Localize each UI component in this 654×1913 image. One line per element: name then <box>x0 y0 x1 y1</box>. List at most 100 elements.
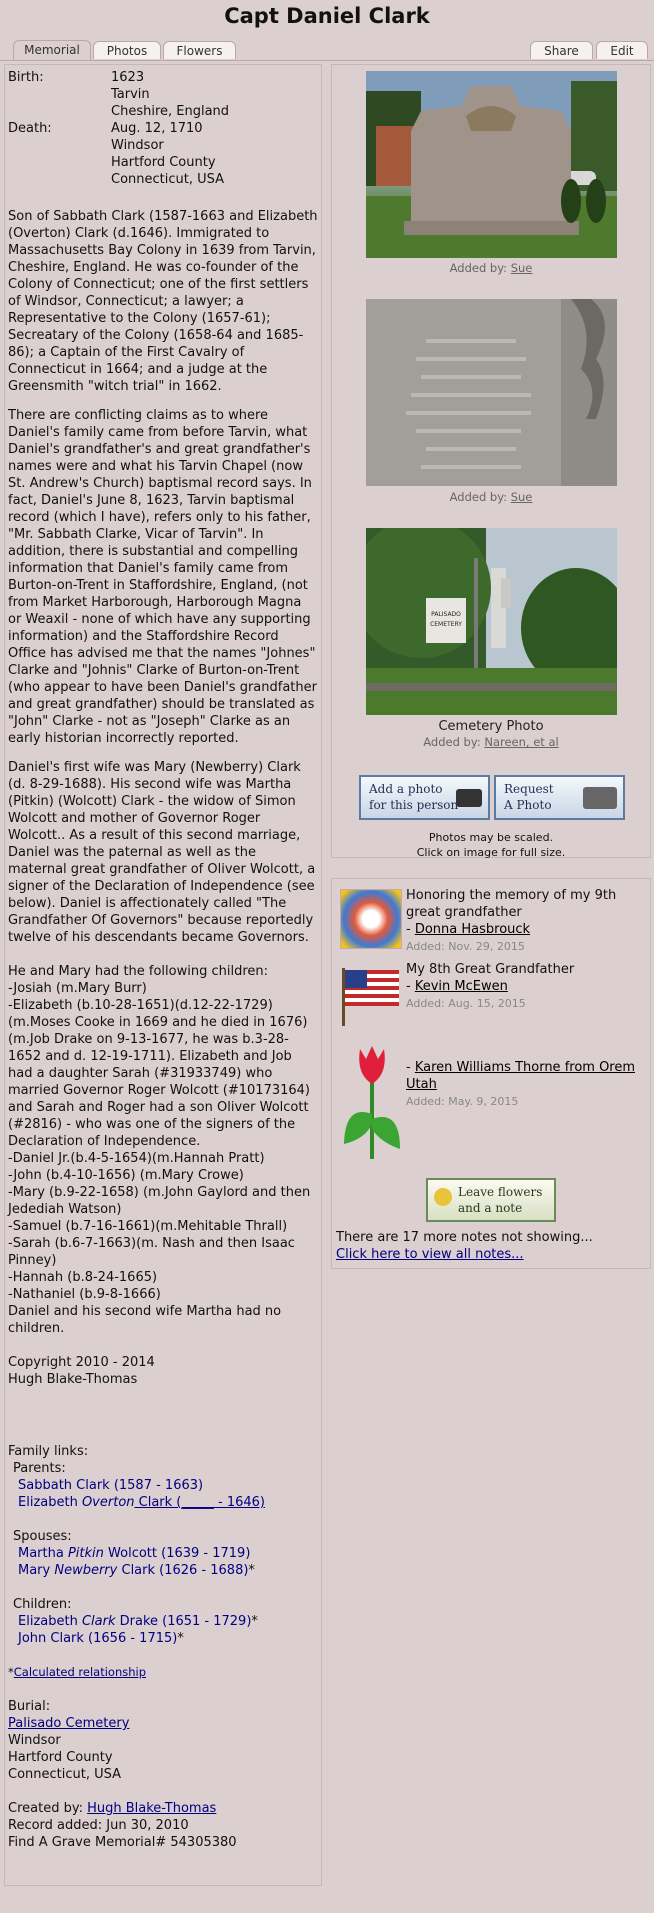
birth-year: 1623 <box>111 70 145 85</box>
leave-flowers-button[interactable]: Leave flowers and a note <box>426 1178 556 1222</box>
child-link[interactable]: John Clark (1656 - 1715)* <box>18 1630 318 1647</box>
child-entry: -John (b.4-10-1656) (m.Mary Crowe) <box>8 1168 244 1183</box>
record-info: Created by: Hugh Blake-Thomas Record add… <box>8 1800 318 1851</box>
page-title: Capt Daniel Clark <box>224 4 430 28</box>
note-author-link[interactable]: Donna Hasbrouck <box>415 922 530 937</box>
death-place-town: Windsor <box>111 138 164 153</box>
created-by: Created by: Hugh Blake-Thomas <box>8 1801 217 1816</box>
note-item: My 8th Great Grandfather - Kevin McEwen … <box>406 961 646 1012</box>
burial-county: Hartford County <box>8 1750 113 1765</box>
cemetery-image: PALISADO CEMETERY <box>366 528 617 715</box>
children-list: He and Mary had the following children: … <box>8 963 318 1337</box>
camera-icon <box>583 787 617 809</box>
tab-bar: Memorial Photos Flowers Share Edit <box>0 40 654 61</box>
children-label: Children: <box>13 1597 72 1612</box>
photo1-contributor-link[interactable]: Sue <box>511 261 533 275</box>
family-links: Family links: Parents: Sabbath Clark (15… <box>8 1443 318 1681</box>
photo3-contributor-link[interactable]: Nareen, et al <box>484 735 558 749</box>
tab-photos[interactable]: Photos <box>93 41 161 59</box>
note-item: - Karen Williams Thorne from Orem Utah A… <box>406 1059 646 1110</box>
burial-country: Connecticut, USA <box>8 1767 122 1782</box>
dove-flower-icon <box>340 889 402 949</box>
child-entry: -Sarah (b.6-7-1663)(m. Nash and then Isa… <box>8 1236 295 1268</box>
bio-author: Hugh Blake-Thomas <box>8 1372 138 1387</box>
us-flag-icon <box>340 964 402 1026</box>
parents-label: Parents: <box>13 1461 66 1476</box>
headstone-image <box>366 71 617 258</box>
death-place-county: Hartford County <box>111 155 216 170</box>
photo3-title: Cemetery Photo <box>438 719 544 734</box>
add-photo-button[interactable]: Add a photo for this person <box>359 775 490 820</box>
memorial-details: Birth: 1623 Tarvin Cheshire, England Dea… <box>4 64 322 1886</box>
record-added: Record added: Jun 30, 2010 <box>8 1818 189 1833</box>
vital-facts: Birth: 1623 Tarvin Cheshire, England Dea… <box>8 69 318 191</box>
child-entry: -Nathaniel (b.9-8-1666) <box>8 1287 161 1302</box>
birth-place-town: Tarvin <box>111 87 150 102</box>
note-text: Honoring the memory of my 9th great gran… <box>406 888 617 920</box>
child-entry: -Hannah (b.8-24-1665) <box>8 1270 158 1285</box>
photos-scaled-note: Photos may be scaled. Click on image for … <box>416 831 566 859</box>
child-entry: -Samuel (b.7-16-1661)(m.Mehitable Thrall… <box>8 1219 288 1234</box>
photo1-caption: Added by: Sue <box>449 261 533 275</box>
photos-panel: Added by: Sue Added by: Sue PALISADO CEM… <box>331 64 651 859</box>
bio-paragraph: Son of Sabbath Clark (1587-1663 and Eliz… <box>8 209 318 394</box>
more-notes-text: There are 17 more notes not showing... <box>336 1230 593 1245</box>
tab-memorial[interactable]: Memorial <box>13 40 91 60</box>
biography: Son of Sabbath Clark (1587-1663 and Eliz… <box>8 208 318 1388</box>
photo3-caption: Added by: Nareen, et al <box>423 735 559 749</box>
tulip-icon <box>340 1044 404 1164</box>
camera-icon <box>456 789 482 807</box>
note-date: Added: May. 9, 2015 <box>406 1095 519 1108</box>
bio-paragraph: Daniel's first wife was Mary (Newberry) … <box>8 760 316 945</box>
inscription-image <box>366 299 617 486</box>
cemetery-photo[interactable]: PALISADO CEMETERY <box>366 528 617 715</box>
note-item: Honoring the memory of my 9th great gran… <box>406 887 646 955</box>
view-all-notes-link[interactable]: Click here to view all notes... <box>336 1247 524 1262</box>
spouses-label: Spouses: <box>13 1529 72 1544</box>
headstone-photo[interactable] <box>366 71 617 258</box>
calculated-relationship: *Calculated relationship <box>8 1665 147 1679</box>
child-entry: -Daniel Jr.(b.4-5-1654)(m.Hannah Pratt) <box>8 1151 265 1166</box>
note-text: My 8th Great Grandfather <box>406 962 575 977</box>
share-button[interactable]: Share <box>530 41 593 59</box>
child-entry: -Mary (b.9-22-1658) (m.John Gaylord and … <box>8 1185 311 1217</box>
children-intro: He and Mary had the following children: <box>8 964 269 979</box>
bio-paragraph: There are conflicting claims as to where… <box>8 408 317 746</box>
death-label: Death: <box>8 121 52 136</box>
request-photo-button[interactable]: Request A Photo <box>494 775 625 820</box>
copyright-text: Copyright 2010 - 2014 <box>8 1355 155 1370</box>
parent-link[interactable]: Elizabeth Overton Clark (_____ - 1646) <box>18 1494 318 1511</box>
creator-link[interactable]: Hugh Blake-Thomas <box>87 1801 216 1816</box>
burial-city: Windsor <box>8 1733 61 1748</box>
copyright: Copyright 2010 - 2014 Hugh Blake-Thomas <box>8 1354 318 1388</box>
tab-flowers[interactable]: Flowers <box>163 41 236 59</box>
edit-button[interactable]: Edit <box>596 41 648 59</box>
death-date: Aug. 12, 1710 <box>111 121 203 136</box>
calculated-relationship-link[interactable]: Calculated relationship <box>14 1665 146 1679</box>
note-author-link[interactable]: Karen Williams Thorne from Orem Utah <box>406 1060 635 1092</box>
parent-link[interactable]: Sabbath Clark (1587 - 1663) <box>18 1477 318 1494</box>
birth-place-county: Cheshire, England <box>111 104 230 119</box>
inscription-photo[interactable] <box>366 299 617 486</box>
flowers-notes-panel: Honoring the memory of my 9th great gran… <box>331 878 651 1269</box>
birth-label: Birth: <box>8 70 44 85</box>
cemetery-link[interactable]: Palisado Cemetery <box>8 1716 129 1731</box>
child-entry: -Josiah (m.Mary Burr) <box>8 981 147 996</box>
child-entry: -Elizabeth (b.10-28-1651)(d.12-22-1729) … <box>8 998 311 1149</box>
photo2-contributor-link[interactable]: Sue <box>511 490 533 504</box>
note-date: Added: Aug. 15, 2015 <box>406 997 526 1010</box>
family-links-heading: Family links: <box>8 1444 89 1459</box>
note-author-link[interactable]: Kevin McEwen <box>415 979 508 994</box>
burial-label: Burial: <box>8 1699 51 1714</box>
more-notes: There are 17 more notes not showing... C… <box>336 1229 593 1263</box>
spouse-link[interactable]: Martha Pitkin Wolcott (1639 - 1719) <box>18 1545 318 1562</box>
photo2-caption: Added by: Sue <box>449 490 533 504</box>
svg-text:PALISADO: PALISADO <box>431 611 461 618</box>
flower-icon <box>434 1188 452 1206</box>
children-outro: Daniel and his second wife Martha had no… <box>8 1304 282 1336</box>
note-date: Added: Nov. 29, 2015 <box>406 940 525 953</box>
spouse-link[interactable]: Mary Newberry Clark (1626 - 1688)* <box>18 1562 318 1579</box>
child-link[interactable]: Elizabeth Clark Drake (1651 - 1729)* <box>18 1613 318 1630</box>
burial-info: Burial: Palisado Cemetery Windsor Hartfo… <box>8 1698 318 1783</box>
memorial-number: Find A Grave Memorial# 54305380 <box>8 1835 237 1850</box>
